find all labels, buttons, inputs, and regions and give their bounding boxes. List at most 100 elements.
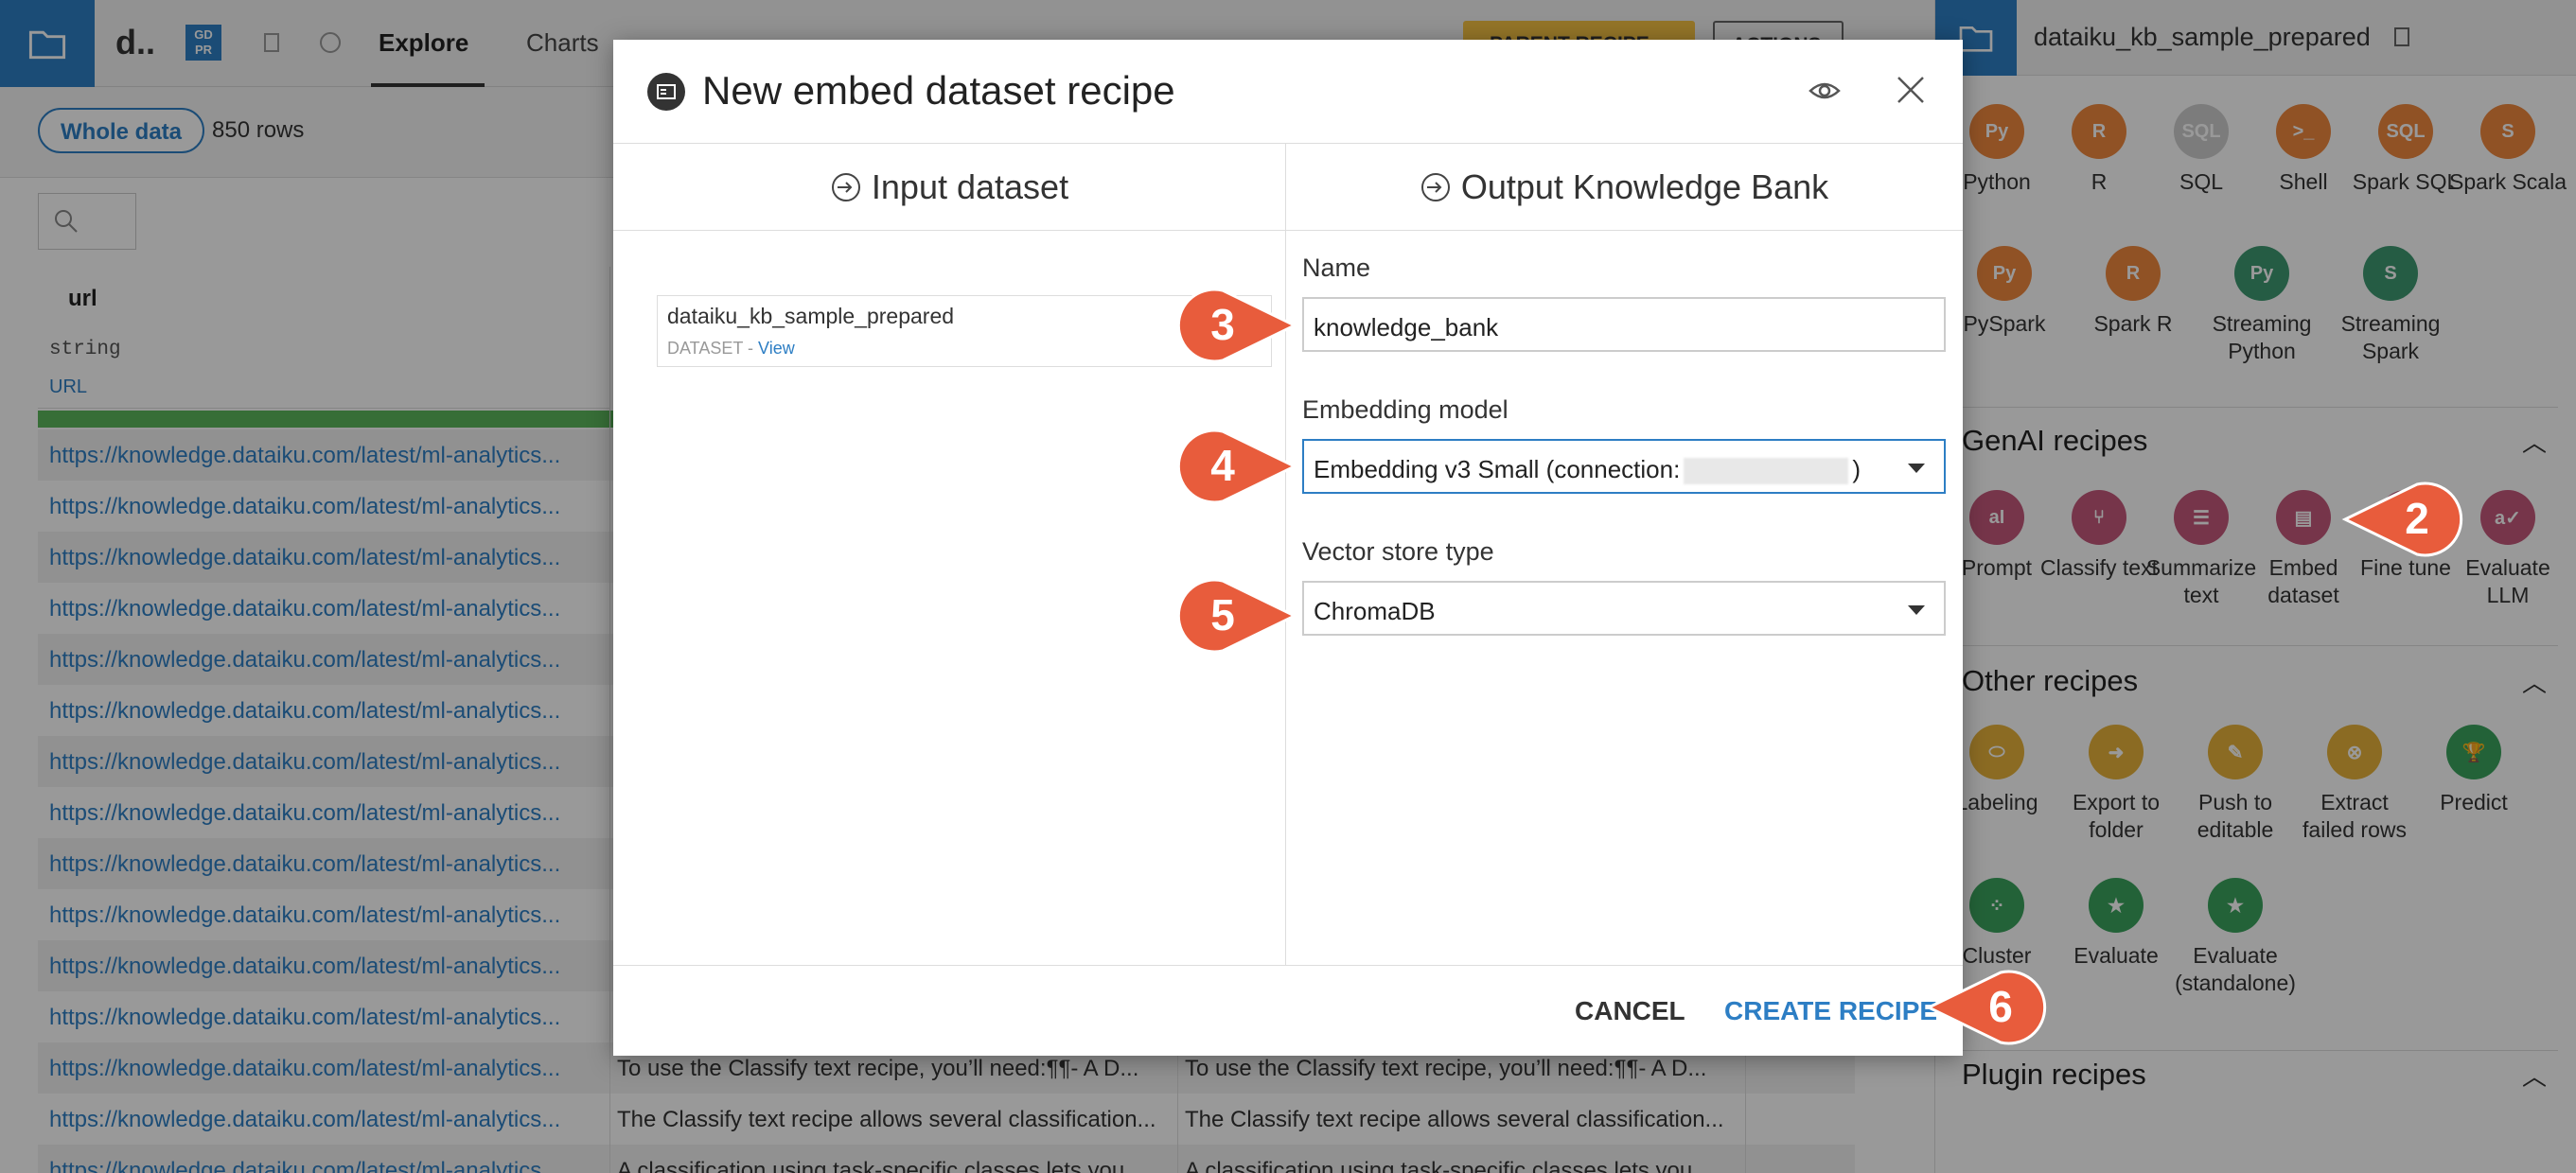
genai-section-title[interactable]: GenAI recipes [1962,424,2147,458]
sample-button[interactable]: Whole data [38,108,205,153]
input-dataset-meta: DATASET - View [667,339,1262,359]
table-cell: https://knowledge.dataiku.com/latest/ml-… [49,749,561,775]
recipe-push-to-editable[interactable]: ✎ Push to editable [2174,725,2297,844]
recipe-icon: ☰ [2174,490,2229,545]
recipe-evaluate-llm[interactable]: a✓ Evaluate LLM [2446,490,2569,609]
recipe-spark-r[interactable]: R Spark R [2072,246,2195,338]
vector-store-label: Vector store type [1302,537,1494,566]
table-cell: The Classify text recipe allows several … [617,1107,1156,1132]
close-icon[interactable] [1893,72,1929,108]
dialog-title: New embed dataset recipe [702,68,1175,113]
dataset-folder-tab[interactable] [0,0,95,87]
other-section-title[interactable]: Other recipes [1962,664,2138,698]
copy-icon[interactable] [2388,23,2416,51]
search-icon [55,210,78,233]
table-row[interactable]: https://knowledge.dataiku.com/latest/ml-… [38,1145,1855,1173]
view-link[interactable]: View [758,339,795,358]
embedding-model-label: Embedding model [1302,395,1509,424]
recipe-icon: R [2106,246,2161,301]
callout-number: 4 [1210,441,1235,490]
dialog-header: New embed dataset recipe [613,40,1963,144]
table-cell: https://knowledge.dataiku.com/latest/ml-… [49,494,561,519]
recipe-icon: ✎ [2208,725,2263,779]
embedding-model-select[interactable]: Embedding v3 Small (connection:) [1302,439,1946,494]
recipe-icon: Py [2234,246,2289,301]
recipe-label: Spark R [2093,311,2173,336]
table-cell: https://knowledge.dataiku.com/latest/ml-… [49,545,561,570]
recipe-label: Extract failed rows [2303,790,2407,842]
name-label: Name [1302,254,1371,282]
recipe-streaming-python[interactable]: Py Streaming Python [2200,246,2323,365]
folder-icon [1959,26,1993,52]
row-count: 850 rows [212,117,305,143]
column-meaning[interactable]: URL [49,376,87,398]
recipe-streaming-spark[interactable]: S Streaming Spark [2329,246,2452,365]
caret-down-icon [1908,464,1925,473]
table-cell: https://knowledge.dataiku.com/latest/ml-… [49,1005,561,1030]
callout-2: 2 [2341,481,2463,557]
chevron-up-icon[interactable]: ︿ [2522,1058,2547,1093]
folder-icon [28,30,66,60]
column-header-url[interactable]: url string URL [38,267,609,409]
table-cell: https://knowledge.dataiku.com/latest/ml-… [49,596,561,622]
tab-explore[interactable]: Explore [379,28,468,58]
recipe-icon: a✓ [2480,490,2535,545]
name-input[interactable]: knowledge_bank [1302,297,1946,352]
column-divider [609,267,610,1173]
copy-icon[interactable] [257,28,286,57]
recipe-icon: ⬭ [1969,725,2024,779]
recipe-label: Streaming Spark [2340,311,2441,363]
vector-store-value: ChromaDB [1314,597,1436,625]
table-cell: The Classify text recipe allows several … [1185,1107,1724,1132]
recipe-export-to-folder[interactable]: ➜ Export to folder [2055,725,2178,844]
sign-in-icon [831,173,860,201]
recipe-icon: ⊗ [2327,725,2382,779]
output-heading-label: Output Knowledge Bank [1460,167,1829,206]
recipe-predict[interactable]: 🏆 Predict [2412,725,2535,816]
tab-charts[interactable]: Charts [526,28,599,58]
recipe-extract-failed-rows[interactable]: ⊗ Extract failed rows [2293,725,2416,844]
recipe-icon: >_ [2276,104,2331,159]
column-search-input[interactable] [38,193,136,250]
table-row[interactable]: https://knowledge.dataiku.com/latest/ml-… [38,1094,1855,1145]
settings-icon[interactable] [316,28,344,57]
embed-dataset-icon [647,73,685,111]
recipe-icon: 🏆 [2446,725,2501,779]
input-heading: Input dataset [613,144,1285,231]
recipe-spark-scala[interactable]: S Spark Scala [2446,104,2569,196]
create-recipe-button[interactable]: CREATE RECIPE [1724,996,1937,1026]
recipe-evaluate-standalone[interactable]: ★ Evaluate (standalone) [2174,878,2297,997]
table-cell: A classification using task-specific cla… [617,1158,1150,1173]
dialog-column-headers: Input dataset Output Knowledge Bank [613,144,1963,231]
eye-icon[interactable] [1808,74,1842,108]
new-recipe-dialog: New embed dataset recipe Input dataset O… [613,40,1963,1056]
recipe-label: Evaluate (standalone) [2175,943,2296,995]
recipe-icon: ➜ [2089,725,2144,779]
callout-5: 5 [1176,577,1298,654]
recipe-icon: ★ [2089,878,2144,933]
table-cell: https://knowledge.dataiku.com/latest/ml-… [49,851,561,877]
table-cell: https://knowledge.dataiku.com/latest/ml-… [49,902,561,928]
recipe-evaluate[interactable]: ★ Evaluate [2055,878,2178,970]
input-dataset-type: DATASET [667,339,744,358]
recipe-label: Push to editable [2197,790,2274,842]
chevron-up-icon[interactable]: ︿ [2522,424,2547,459]
recipe-label: Spark Scala [2448,169,2567,194]
cancel-button[interactable]: CANCEL [1575,996,1685,1026]
plugin-section-title[interactable]: Plugin recipes [1962,1058,2146,1092]
table-cell: https://knowledge.dataiku.com/latest/ml-… [49,954,561,979]
chevron-up-icon[interactable]: ︿ [2522,664,2547,699]
vector-store-select[interactable]: ChromaDB [1302,581,1946,636]
callout-number: 6 [1988,982,2013,1031]
recipe-icon: S [2363,246,2418,301]
dataset-name[interactable]: d.. [115,23,155,62]
input-dataset-name: dataiku_kb_sample_prepared [667,304,955,328]
output-heading: Output Knowledge Bank [1285,144,1963,231]
column-name: url [68,286,97,311]
recipe-icon: S [2480,104,2535,159]
recipe-icon: ⑂ [2072,490,2126,545]
table-cell: A classification using task-specific cla… [1185,1158,1718,1173]
table-cell: To use the Classify text recipe, you’ll … [1185,1056,1707,1081]
section-divider [1962,407,2558,408]
recipe-icon: Py [1977,246,2032,301]
